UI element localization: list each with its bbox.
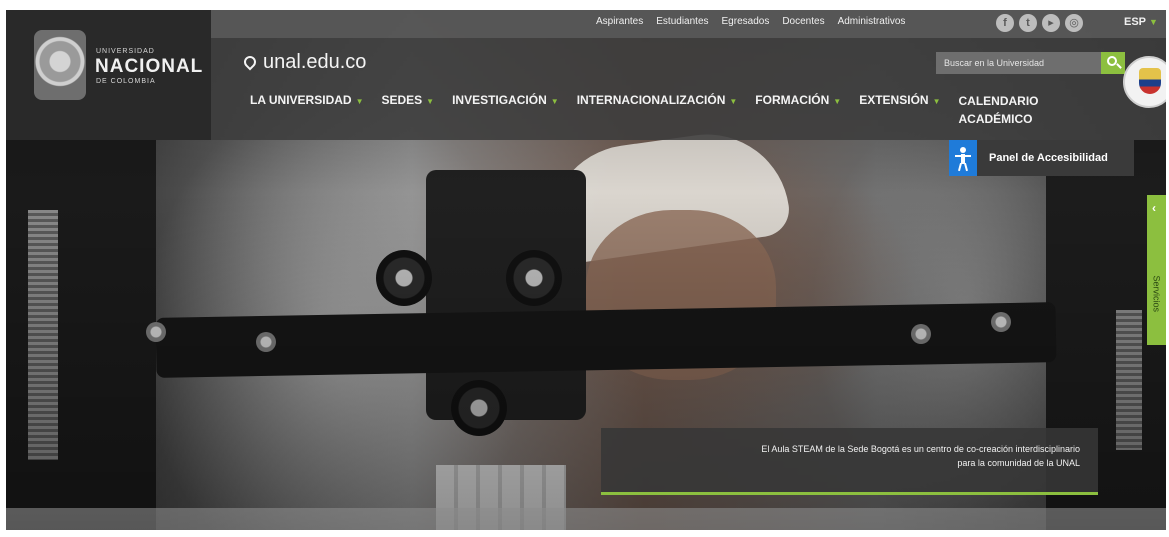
chevron-down-icon: ▼ bbox=[833, 97, 842, 106]
university-logo[interactable]: UNIVERSIDAD NACIONAL DE COLOMBIA bbox=[6, 10, 211, 140]
chevron-down-icon: ▼ bbox=[729, 97, 738, 106]
language-selector[interactable]: ESP ▼ bbox=[1124, 16, 1158, 28]
nav-label: SEDES bbox=[381, 93, 423, 107]
university-seal-icon bbox=[34, 30, 86, 100]
language-label: ESP bbox=[1124, 16, 1147, 28]
link-docentes[interactable]: Docentes bbox=[782, 16, 824, 27]
nav-la-universidad[interactable]: LA UNIVERSIDAD ▼ bbox=[250, 93, 363, 128]
accessibility-label: Panel de Accesibilidad bbox=[989, 152, 1108, 164]
nav-formacion[interactable]: FORMACIÓN ▼ bbox=[755, 93, 841, 128]
chevron-down-icon: ▼ bbox=[550, 97, 559, 106]
search-button[interactable] bbox=[1101, 52, 1125, 74]
nav-sedes[interactable]: SEDES ▼ bbox=[381, 93, 434, 128]
chevron-down-icon: ▼ bbox=[355, 97, 364, 106]
services-tab[interactable]: ‹ Servicios bbox=[1147, 195, 1166, 345]
link-administrativos[interactable]: Administrativos bbox=[838, 16, 906, 27]
logo-small-line: UNIVERSIDAD bbox=[96, 48, 155, 55]
logo-sub-line: DE COLOMBIA bbox=[96, 78, 156, 85]
nav-internacionalizacion[interactable]: INTERNACIONALIZACIÓN ▼ bbox=[577, 93, 738, 128]
caption-accent-bar bbox=[601, 492, 1098, 495]
chevron-down-icon: ▼ bbox=[426, 97, 435, 106]
social-links: f t ▸ ◎ bbox=[996, 14, 1083, 32]
caption-line-1: El Aula STEAM de la Sede Bogotá es un ce… bbox=[761, 444, 1080, 454]
nav-label: INVESTIGACIÓN bbox=[452, 93, 547, 107]
nav-label: LA UNIVERSIDAD bbox=[250, 93, 352, 107]
link-aspirantes[interactable]: Aspirantes bbox=[596, 16, 643, 27]
colombia-emblem-icon[interactable] bbox=[1123, 56, 1166, 108]
instagram-icon[interactable]: ◎ bbox=[1065, 14, 1083, 32]
search-input[interactable]: Buscar en la Universidad bbox=[936, 52, 1101, 74]
chevron-down-icon: ▼ bbox=[932, 97, 941, 106]
colombia-shield bbox=[1139, 68, 1161, 94]
nav-calendar-line2: ACADÉMICO bbox=[958, 112, 1033, 126]
nav-label: FORMACIÓN bbox=[755, 93, 830, 107]
services-label: Servicios bbox=[1151, 275, 1162, 313]
search-icon-handle bbox=[1116, 63, 1122, 69]
chevron-left-icon: ‹ bbox=[1152, 201, 1156, 215]
nav-extension[interactable]: EXTENSIÓN ▼ bbox=[859, 93, 940, 128]
nav-label: INTERNACIONALIZACIÓN bbox=[576, 93, 726, 107]
twitter-icon[interactable]: t bbox=[1019, 14, 1037, 32]
audience-links: Aspirantes Estudiantes Egresados Docente… bbox=[596, 16, 918, 27]
domain-text: unal.edu.co bbox=[263, 51, 367, 73]
location-pin-icon bbox=[241, 53, 259, 70]
nav-investigacion[interactable]: INVESTIGACIÓN ▼ bbox=[452, 93, 559, 128]
accessibility-panel-button[interactable]: Panel de Accesibilidad bbox=[949, 140, 1134, 176]
hero-caption[interactable]: El Aula STEAM de la Sede Bogotá es un ce… bbox=[601, 428, 1098, 494]
chevron-down-icon: ▼ bbox=[1149, 17, 1158, 27]
youtube-icon[interactable]: ▸ bbox=[1042, 14, 1060, 32]
link-egresados[interactable]: Egresados bbox=[722, 16, 770, 27]
facebook-icon[interactable]: f bbox=[996, 14, 1014, 32]
accessibility-icon bbox=[949, 140, 977, 176]
nav-label: EXTENSIÓN bbox=[859, 93, 929, 107]
caption-line-2: para la comunidad de la UNAL bbox=[957, 458, 1080, 468]
logo-name: NACIONAL bbox=[95, 56, 204, 77]
site-domain[interactable]: unal.edu.co bbox=[241, 51, 367, 74]
main-navigation: LA UNIVERSIDAD ▼ SEDES ▼ INVESTIGACIÓN ▼ IN… bbox=[250, 93, 1057, 128]
nav-calendar-line1: CALENDARIO bbox=[958, 94, 1039, 108]
link-estudiantes[interactable]: Estudiantes bbox=[656, 16, 708, 27]
nav-calendario-academico[interactable]: CALENDARIO ACADÉMICO bbox=[959, 92, 1039, 128]
page: UNIVERSIDAD NACIONAL DE COLOMBIA Aspiran… bbox=[6, 10, 1166, 530]
